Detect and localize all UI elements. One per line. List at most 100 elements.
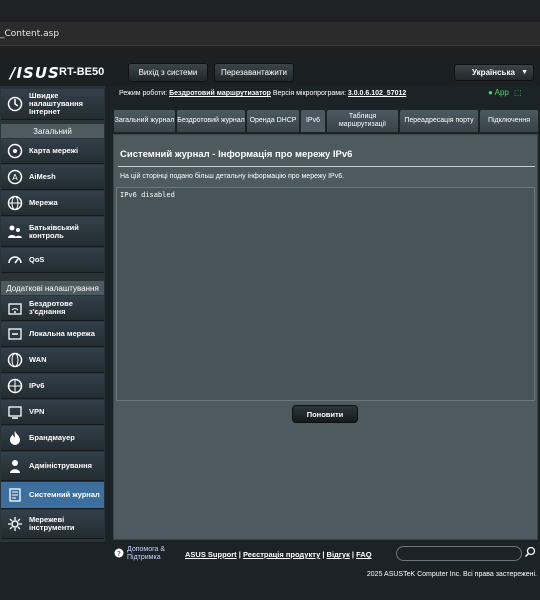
sidebar-item-vpn[interactable]: VPN: [1, 400, 104, 425]
globe-icon: [6, 377, 24, 395]
quick-setup-icon: [6, 95, 24, 113]
page-description: На цій сторінці подано більш детальну ін…: [120, 173, 345, 180]
sidebar-item-label: IPv6: [29, 381, 45, 390]
wifi-icon: [6, 299, 24, 317]
product-registration-link[interactable]: Реєстрація продукту: [243, 550, 320, 559]
sidebar-header-advanced: Додаткові налаштування: [1, 281, 104, 295]
fire-icon: [6, 429, 24, 447]
sidebar-item-wan[interactable]: WAN: [1, 348, 104, 373]
sidebar-item-label: Мережа: [29, 198, 58, 207]
sidebar-item-wireless[interactable]: Бездротове з'єднання: [1, 296, 104, 321]
help-icon: ?: [114, 548, 124, 560]
sidebar-item-label: VPN: [29, 407, 45, 416]
tab-routing-table[interactable]: Таблиця маршрутизації: [327, 110, 398, 132]
copyright-text: 2025 ASUSTeK Computer Inc. Всі права зас…: [366, 571, 537, 578]
sidebar-item-system-log[interactable]: Системний журнал: [1, 482, 104, 509]
sidebar-item-label: WAN: [29, 355, 47, 364]
sidebar-item-qos[interactable]: QoS: [1, 248, 104, 273]
usb-icon: ⬚: [514, 88, 522, 97]
router-model: RT-BE50: [59, 66, 105, 78]
sidebar-item-label: Адміністрування: [29, 461, 93, 470]
top-bar: /ISUS RT-BE50 Вихід з системи Перезавант…: [0, 58, 540, 86]
tab-ipv6[interactable]: IPv6: [301, 110, 325, 132]
sidebar-item-label: QoS: [29, 255, 45, 264]
help-support[interactable]: ? Допомога & Підтримка: [114, 546, 165, 562]
sidebar-item-quick-setup[interactable]: Швидке налаштування Інтернет: [1, 89, 104, 120]
sidebar-item-network[interactable]: Мережа: [1, 191, 104, 216]
chevron-down-icon: ▼: [521, 69, 528, 76]
logout-button[interactable]: Вихід з системи: [128, 63, 208, 82]
sidebar-header-general: Загальний: [1, 124, 104, 138]
tab-port-forwarding[interactable]: Переадресація порту: [400, 110, 478, 132]
admin-icon: [6, 457, 24, 475]
sidebar-item-label: Карта мережі: [29, 146, 79, 155]
asus-logo: /ISUS: [10, 64, 60, 82]
sidebar-item-network-map[interactable]: Карта мережі: [1, 139, 104, 164]
ipv6-log-textarea[interactable]: IPv6 disabled: [116, 187, 535, 401]
log-tabs: Загальний журнал Бездротовий журнал Орен…: [113, 110, 540, 132]
help-label-line-1: Допомога &: [127, 546, 166, 553]
globe-icon: [6, 194, 24, 212]
refresh-button[interactable]: Поновити: [292, 405, 358, 423]
footer: ? Допомога & Підтримка ASUS Support | Ре…: [113, 542, 540, 566]
page-title: Системний журнал - Інформація про мережу…: [120, 149, 353, 160]
aimesh-icon: A: [6, 168, 24, 186]
sidebar-item-label: Мережеві інструменти: [29, 515, 75, 532]
app-label: App: [494, 88, 509, 97]
language-select[interactable]: Українська ▼: [454, 64, 534, 81]
app-link[interactable]: ● App ⬚: [488, 88, 522, 97]
browser-url: _Content.asp: [0, 29, 60, 39]
help-label-line-2: Підтримка: [127, 554, 161, 561]
feedback-link[interactable]: Відгук: [327, 550, 350, 559]
sidebar-item-administration[interactable]: Адміністрування: [1, 452, 104, 481]
sidebar-item-label: Системний журнал: [29, 490, 100, 499]
footer-links: ASUS Support | Реєстрація продукту | Від…: [185, 550, 372, 559]
tools-icon: [6, 515, 24, 533]
sidebar-item-lan[interactable]: Локальна мережа: [1, 322, 104, 347]
tab-connections[interactable]: Підключення: [480, 110, 538, 132]
search-input[interactable]: [396, 546, 522, 561]
network-map-icon: [6, 142, 24, 160]
vpn-icon: [6, 403, 24, 421]
firmware-label: Версія мікропрограми:: [272, 90, 346, 97]
sidebar-item-parental-control[interactable]: Батьківський контроль: [1, 217, 104, 247]
tab-wireless-log[interactable]: Бездротовий журнал: [177, 110, 245, 132]
sidebar-item-label: Бездротове з'єднання: [29, 299, 73, 316]
sidebar-item-label: Брандмауер: [29, 433, 75, 442]
status-bar: Режим роботи: Бездротовий маршрутизатор …: [113, 86, 540, 106]
globe-icon: [6, 351, 24, 369]
sidebar-item-network-tools[interactable]: Мережеві інструменти: [1, 510, 104, 539]
sidebar-item-label: AiMesh: [29, 172, 56, 181]
family-icon: [6, 223, 24, 241]
app-icon: ●: [488, 88, 493, 97]
tab-dhcp-leases[interactable]: Оренда DHCP: [247, 110, 299, 132]
sidebar-item-aimesh[interactable]: A AiMesh: [1, 165, 104, 190]
browser-gap: [0, 46, 540, 58]
speedometer-icon: [6, 251, 24, 269]
mode-value-link[interactable]: Бездротовий маршрутизатор: [169, 90, 271, 97]
firmware-version-link[interactable]: 3.0.0.6.102_57012: [348, 90, 406, 97]
reboot-button[interactable]: Перезавантажити: [214, 63, 294, 82]
sidebar-item-label: Локальна мережа: [29, 329, 95, 338]
content-panel: Системний журнал - Інформація про мережу…: [113, 134, 538, 540]
asus-support-link[interactable]: ASUS Support: [185, 550, 237, 559]
browser-tab[interactable]: _Content.asp: [0, 22, 540, 46]
mode-label: Режим роботи:: [119, 90, 168, 97]
search-icon[interactable]: [524, 546, 538, 560]
language-value: Українська: [472, 68, 515, 77]
sidebar: Швидке налаштування Інтернет Загальний К…: [0, 86, 105, 542]
system-log-icon: [6, 486, 24, 504]
divider: [118, 166, 535, 167]
svg-text:A: A: [12, 173, 18, 182]
svg-text:?: ?: [117, 550, 121, 558]
sidebar-item-ipv6[interactable]: IPv6: [1, 374, 104, 399]
status-text: Режим роботи: Бездротовий маршрутизатор …: [119, 90, 406, 97]
browser-titlebar: [0, 0, 540, 22]
copyright-bar: 2025 ASUSTeK Computer Inc. Всі права зас…: [0, 566, 540, 600]
sidebar-item-label: Швидке налаштування Інтернет: [29, 91, 84, 116]
sidebar-item-label: Батьківський контроль: [29, 222, 79, 240]
faq-link[interactable]: FAQ: [356, 550, 371, 559]
sidebar-item-firewall[interactable]: Брандмауер: [1, 426, 104, 451]
tab-general-log[interactable]: Загальний журнал: [114, 110, 175, 132]
help-label: Допомога & Підтримка: [127, 546, 165, 562]
